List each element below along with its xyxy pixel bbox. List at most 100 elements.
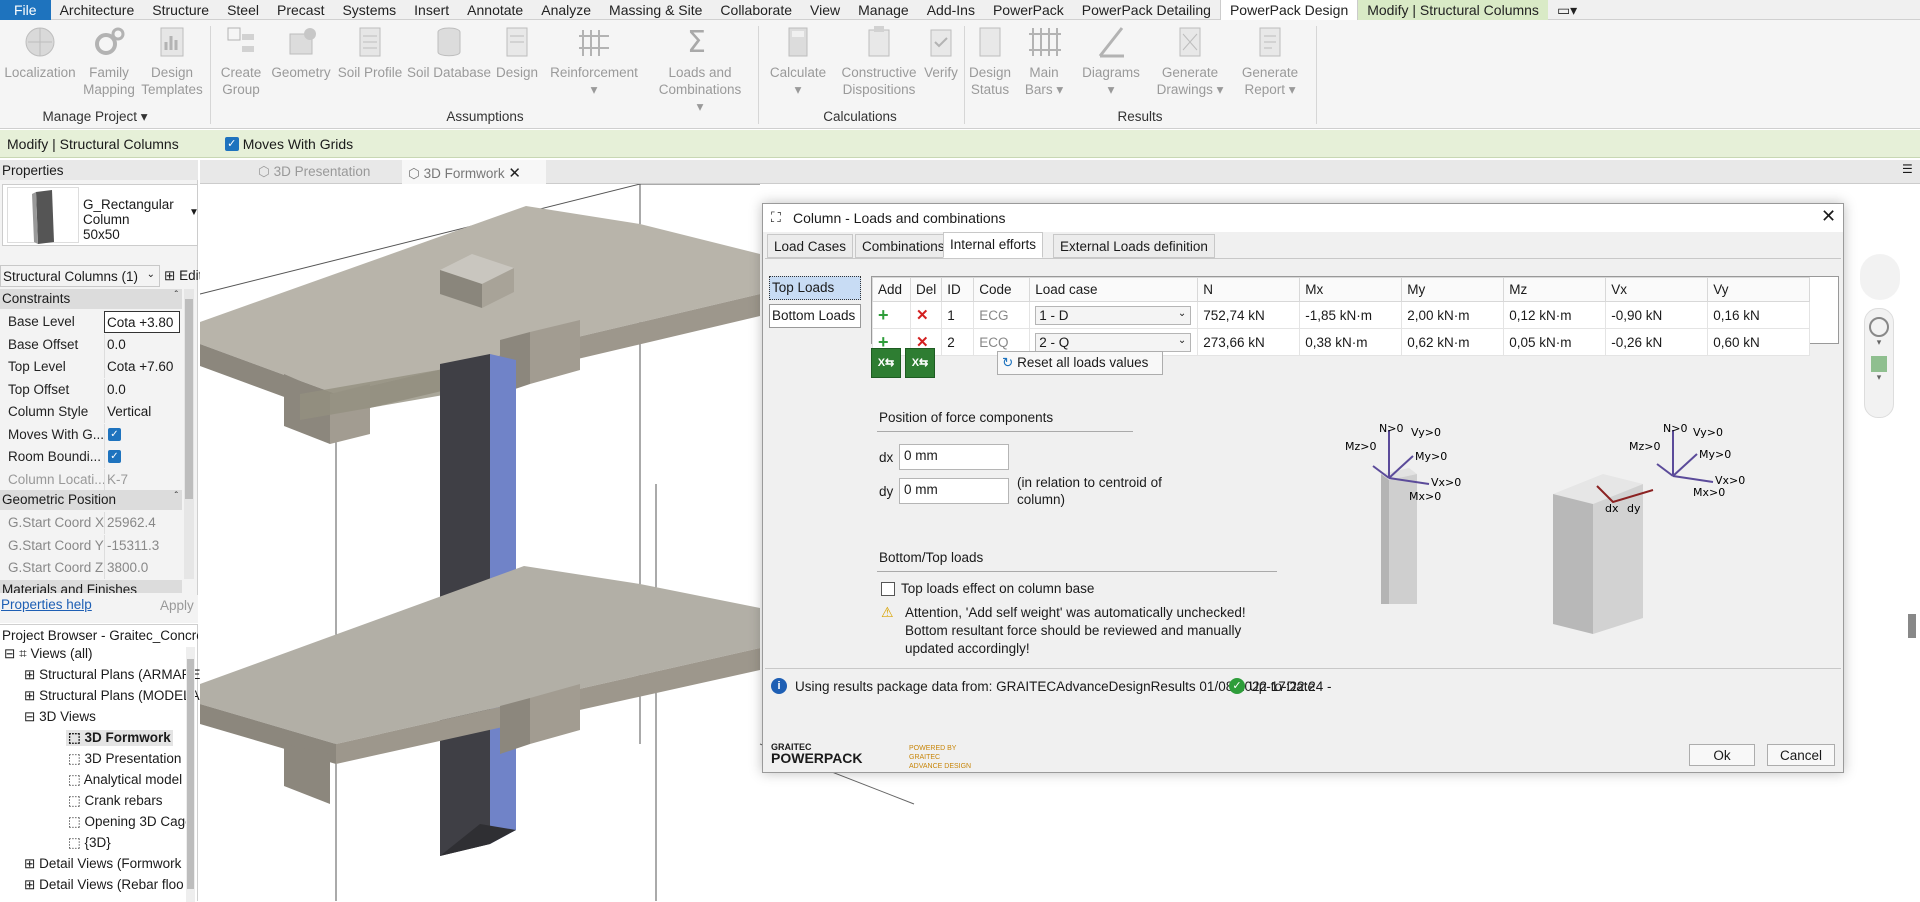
property-value[interactable]: 0.0 <box>104 333 180 356</box>
chevron-down-icon[interactable]: ▾ <box>1865 372 1893 383</box>
property-value[interactable]: Cota +3.80 <box>104 311 180 333</box>
tree-structural-armare[interactable]: ⊞ Structural Plans (ARMARE) <box>24 667 205 683</box>
steering-wheel-icon[interactable] <box>1869 317 1889 337</box>
tree-3d-presentation[interactable]: ⬚ 3D Presentation <box>68 751 181 767</box>
menu-modify-columns[interactable]: Modify | Structural Columns <box>1358 0 1548 20</box>
column-header[interactable]: Mx <box>1299 277 1403 302</box>
moves-with-grids-toggle[interactable]: ✓ Moves With Grids <box>224 136 353 152</box>
viewcube[interactable] <box>1860 254 1900 300</box>
tree-3d-views[interactable]: ⊟ 3D Views <box>24 709 96 725</box>
bottom-loads-button[interactable]: Bottom Loads <box>769 304 861 328</box>
menu-addins[interactable]: Add-Ins <box>918 0 984 20</box>
menu-structure[interactable]: Structure <box>143 0 218 20</box>
soil-profile-button[interactable]: Soil Profile <box>336 24 404 81</box>
main-bars-button[interactable]: Main Bars ▾ <box>1022 24 1066 98</box>
tab-combinations[interactable]: Combinations <box>855 234 952 258</box>
tree-crank-rebars[interactable]: ⬚ Crank rebars <box>68 793 163 809</box>
menu-massing[interactable]: Massing & Site <box>600 0 711 20</box>
menu-precast[interactable]: Precast <box>268 0 333 20</box>
chevron-down-icon[interactable]: ▼ <box>189 207 199 218</box>
property-row[interactable]: Column Locati... K-7 <box>0 468 182 491</box>
property-row[interactable]: Room Boundi... ✓ <box>0 446 182 468</box>
tree-opening-3d-cage[interactable]: ⬚ Opening 3D Cage <box>68 814 193 830</box>
menu-powerpack[interactable]: PowerPack <box>984 0 1073 20</box>
design-button[interactable]: Design <box>494 24 540 81</box>
column-header[interactable]: Code <box>973 277 1031 302</box>
column-header[interactable]: ID <box>941 277 975 302</box>
panel-toggle-icon[interactable]: ▭▾ <box>1548 0 1586 20</box>
tree-views-all[interactable]: ⊟ ⌗ Views (all) <box>4 646 92 662</box>
menu-annotate[interactable]: Annotate <box>458 0 532 20</box>
menu-powerpack-design[interactable]: PowerPack Design <box>1219 0 1359 20</box>
excel-import-button[interactable]: X⇆ <box>905 348 935 378</box>
tree-3d-default[interactable]: ⬚ {3D} <box>68 835 111 851</box>
checkbox-checked-icon[interactable]: ✓ <box>224 136 239 151</box>
menu-powerpack-detailing[interactable]: PowerPack Detailing <box>1073 0 1220 20</box>
generate-report-button[interactable]: Generate Report ▾ <box>1234 24 1306 98</box>
geometry-button[interactable]: Geometry <box>268 24 334 81</box>
edit-type-button[interactable]: ⊞ Edit Type <box>164 265 235 287</box>
tab-3d-presentation[interactable]: ⬡ 3D Presentation <box>252 160 398 184</box>
delete-icon[interactable]: ✕ <box>916 307 929 324</box>
tab-3d-formwork[interactable]: ⬡ 3D Formwork ✕ <box>402 160 546 184</box>
close-icon[interactable]: ✕ <box>1821 206 1836 227</box>
navigation-bar[interactable]: ▾ ▾ <box>1864 308 1894 418</box>
property-row[interactable]: Top Level Cota +7.60 <box>0 356 182 378</box>
chevron-down-icon[interactable]: ▾ <box>1865 337 1893 348</box>
zoom-icon[interactable] <box>1871 356 1887 372</box>
menu-view[interactable]: View <box>801 0 849 20</box>
column-header[interactable]: Load case <box>1029 277 1199 302</box>
column-header[interactable]: N <box>1197 277 1301 302</box>
properties-scrollbar[interactable] <box>184 289 194 579</box>
verify-button[interactable]: Verify <box>924 24 958 81</box>
menu-manage[interactable]: Manage <box>849 0 918 20</box>
property-value[interactable]: Vertical <box>104 401 180 423</box>
column-header[interactable]: Vx <box>1605 277 1709 302</box>
column-header[interactable]: Vy <box>1707 277 1811 302</box>
tab-external-loads[interactable]: External Loads definition <box>1053 234 1215 258</box>
calculate-button[interactable]: Calculate ▾ <box>764 24 832 98</box>
table-row[interactable]: + ✕ 1 ECG 1 - D ⌄ 752,74 kN -1,85 kN·m 2,00 kN·m… <box>872 301 1811 329</box>
property-row[interactable]: Column Style Vertical <box>0 401 182 423</box>
reset-loads-button[interactable]: ↻ Reset all loads values <box>997 351 1163 375</box>
tree-detail-rebar[interactable]: ⊞ Detail Views (Rebar floor secti <box>24 877 184 893</box>
dx-input[interactable]: 0 mm <box>899 444 1009 470</box>
tree-analytical-model[interactable]: ⬚ Analytical model <box>68 772 182 788</box>
menu-systems[interactable]: Systems <box>333 0 405 20</box>
menu-steel[interactable]: Steel <box>218 0 268 20</box>
column-header[interactable]: Mz <box>1503 277 1607 302</box>
property-row[interactable]: Base Offset 0.0 <box>0 333 182 356</box>
diagrams-button[interactable]: Diagrams ▾ <box>1080 24 1142 98</box>
design-status-button[interactable]: Design Status <box>968 24 1012 98</box>
tree-detail-formwork[interactable]: ⊞ Detail Views (Formwork sectic <box>24 856 184 872</box>
tree-3d-formwork[interactable]: ⬚ 3D Formwork <box>66 730 173 746</box>
cell-load-case[interactable]: 1 - D ⌄ <box>1029 301 1199 329</box>
column-header[interactable]: Del <box>909 277 943 302</box>
load-case-select[interactable]: 2 - Q ⌄ <box>1035 332 1192 352</box>
property-row[interactable]: Top Offset 0.0 <box>0 378 182 401</box>
checkbox-checked-icon[interactable]: ✓ <box>108 427 121 441</box>
viewport-scrollbar[interactable] <box>1908 614 1916 638</box>
properties-help-link[interactable]: Properties help <box>1 597 92 612</box>
ok-button[interactable]: Ok <box>1689 744 1755 766</box>
loads-combinations-button[interactable]: Σ Loads and Combinations ▾ <box>654 24 746 115</box>
create-group-button[interactable]: Create Group <box>216 24 266 98</box>
design-templates-button[interactable]: Design Templates <box>140 24 204 98</box>
section-geometric[interactable]: Geometric Position ˆ <box>0 490 182 510</box>
top-loads-button[interactable]: Top Loads <box>769 276 861 300</box>
menu-file[interactable]: File <box>0 0 51 20</box>
dy-input[interactable]: 0 mm <box>899 478 1009 504</box>
add-icon[interactable]: + <box>878 305 889 325</box>
column-header[interactable]: Add <box>872 277 911 302</box>
tab-internal-efforts[interactable]: Internal efforts <box>943 232 1044 258</box>
excel-export-button[interactable]: X⇆ <box>871 348 901 378</box>
browser-scrollbar[interactable] <box>186 647 195 902</box>
tab-load-cases[interactable]: Load Cases <box>767 234 854 258</box>
checkbox-checked-icon[interactable]: ✓ <box>108 450 121 463</box>
add-cell[interactable]: + <box>872 301 911 329</box>
family-mapping-button[interactable]: Family Mapping <box>80 24 138 98</box>
localization-button[interactable]: Localization <box>4 24 76 81</box>
close-icon[interactable]: ✕ <box>508 165 521 182</box>
top-loads-effect-checkbox[interactable] <box>881 582 895 596</box>
property-value[interactable]: 0.0 <box>104 378 180 401</box>
